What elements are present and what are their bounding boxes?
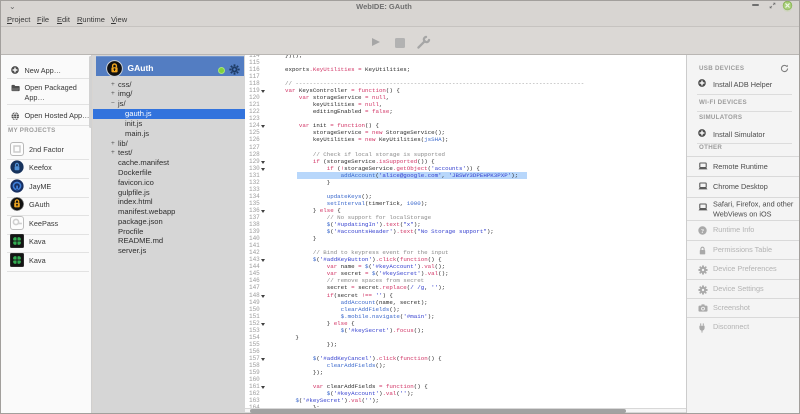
svg-text:?: ? <box>701 228 704 235</box>
